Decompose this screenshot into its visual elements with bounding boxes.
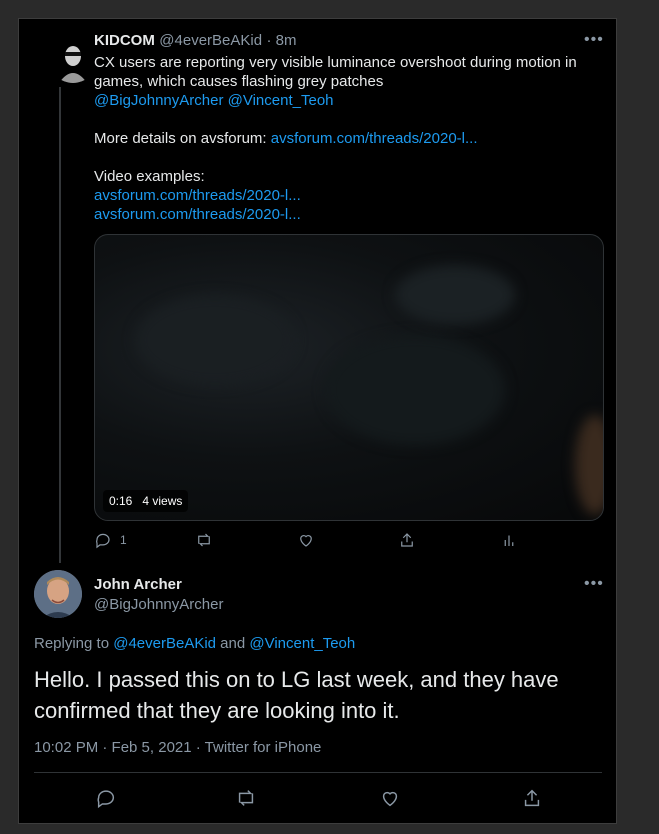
tweet-text-line: CX users are reporting very visible lumi… xyxy=(94,54,577,71)
tweet-text: Hello. I passed this on to LG last week,… xyxy=(34,664,604,726)
video-duration: 0:16 xyxy=(109,494,133,508)
like-button[interactable] xyxy=(379,787,401,809)
avatar[interactable] xyxy=(34,570,82,618)
tweet-meta[interactable]: 10:02 PM · Feb 5, 2021 · Twitter for iPh… xyxy=(34,739,321,756)
timestamp[interactable]: · 8m xyxy=(267,32,297,49)
like-icon xyxy=(300,535,312,547)
user-handle[interactable]: @BigJohnnyArcher xyxy=(94,596,223,613)
mention-link[interactable]: @Vincent_Teoh xyxy=(249,635,355,652)
video-views: 4 views xyxy=(142,494,183,508)
tweet-header: KIDCOM @4everBeAKid · 8m xyxy=(94,32,297,50)
mention-link[interactable]: @BigJohnnyArcher xyxy=(94,92,223,109)
avatar[interactable] xyxy=(49,35,97,83)
thread-connector xyxy=(59,87,61,563)
analytics-icon xyxy=(504,535,514,546)
replying-label: Replying to xyxy=(34,635,114,652)
like-button[interactable] xyxy=(297,531,315,549)
like-icon xyxy=(382,791,398,807)
retweet-button[interactable] xyxy=(195,531,213,549)
user-handle[interactable]: @4everBeAKid xyxy=(159,32,262,49)
video-player[interactable]: 0:16 4 views xyxy=(94,234,604,521)
reply-count: 1 xyxy=(120,533,127,547)
share-icon xyxy=(401,533,413,547)
video-link[interactable]: avsforum.com/threads/2020-l... xyxy=(94,186,599,205)
video-link[interactable]: avsforum.com/threads/2020-l... xyxy=(94,205,599,224)
retweet-icon xyxy=(198,533,210,547)
details-link[interactable]: avsforum.com/threads/2020-l... xyxy=(271,130,478,147)
tweet-thread: KIDCOM @4everBeAKid · 8m ••• CX users ar… xyxy=(18,18,617,824)
mention-link[interactable]: @Vincent_Teoh xyxy=(228,92,334,109)
display-name-text[interactable]: John Archer xyxy=(94,576,182,593)
share-icon xyxy=(524,789,540,807)
media-badge: 0:16 4 views xyxy=(103,490,189,512)
retweet-icon xyxy=(238,790,254,806)
reply-icon xyxy=(97,790,115,809)
tweet-text-line: games, which causes flashing grey patche… xyxy=(94,73,384,90)
more-icon[interactable]: ••• xyxy=(584,575,604,593)
tweet-text-line: Hello. I passed this on to LG last week,… xyxy=(34,667,559,692)
more-icon[interactable]: ••• xyxy=(584,31,604,49)
share-button[interactable] xyxy=(521,787,543,809)
retweet-button[interactable] xyxy=(235,787,257,809)
reply-icon xyxy=(96,533,110,549)
reply-button[interactable] xyxy=(95,787,117,809)
display-name[interactable]: KIDCOM xyxy=(94,32,155,49)
replying-and: and xyxy=(216,635,250,652)
divider xyxy=(34,772,602,773)
video-label: Video examples: xyxy=(94,168,205,185)
name-wrapper: John Archer xyxy=(94,576,182,594)
replying-to: Replying to @4everBeAKid and @Vincent_Te… xyxy=(34,635,355,652)
details-label: More details on avsforum: xyxy=(94,130,271,147)
mention-link[interactable]: @4everBeAKid xyxy=(113,635,216,652)
share-button[interactable] xyxy=(398,531,416,549)
tweet-text-line: confirmed that they are looking into it. xyxy=(34,698,400,723)
tweet-text: CX users are reporting very visible lumi… xyxy=(94,53,599,224)
analytics-button[interactable] xyxy=(500,531,518,549)
reply-button[interactable]: 1 xyxy=(94,531,127,549)
